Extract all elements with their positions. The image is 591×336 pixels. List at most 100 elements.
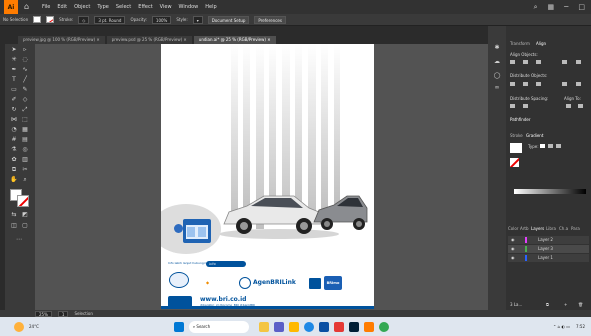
align-top-icon[interactable] xyxy=(562,60,567,64)
draw-mode-icon[interactable]: ◫ xyxy=(9,222,19,230)
selection-tool-icon[interactable]: ➤ xyxy=(9,46,19,54)
menu-file[interactable]: File xyxy=(42,4,50,10)
gradient-swatch[interactable] xyxy=(510,143,522,153)
tab-color[interactable]: Color xyxy=(508,226,518,231)
new-layer-icon[interactable]: + xyxy=(564,302,567,307)
stroke-none-swatch[interactable] xyxy=(510,158,519,167)
align-left-icon[interactable] xyxy=(510,60,515,64)
artboard-tool-icon[interactable]: ⧉ xyxy=(9,166,19,174)
eraser-tool-icon[interactable]: ◇ xyxy=(20,96,30,104)
edit-toolbar-icon[interactable]: ⋯ xyxy=(14,236,24,244)
type-tool-icon[interactable]: T xyxy=(9,76,19,84)
menu-window[interactable]: Window xyxy=(179,4,199,10)
tab-undian-ai[interactable]: undian.ai* @ 25 % (RGB/Preview) ✕ xyxy=(193,36,276,44)
menu-help[interactable]: Help xyxy=(205,4,216,10)
distribute-vcenter-icon[interactable] xyxy=(523,82,528,86)
screen-mode-icon[interactable]: ▢ xyxy=(20,222,30,230)
gradient-tool-icon[interactable]: ▤ xyxy=(20,136,30,144)
radial-gradient-icon[interactable] xyxy=(548,144,553,148)
menu-type[interactable]: Type xyxy=(97,4,108,10)
store-icon[interactable] xyxy=(318,321,329,332)
style-select[interactable]: ▾ xyxy=(192,15,203,24)
arrange-icon[interactable]: ▦ xyxy=(548,3,555,12)
distribute-right-icon[interactable] xyxy=(576,82,581,86)
brush-tool-icon[interactable]: ✎ xyxy=(20,86,30,94)
delete-layer-icon[interactable]: 🗑 xyxy=(578,302,583,307)
fill-swatch[interactable] xyxy=(33,16,42,23)
rectangle-tool-icon[interactable]: ▭ xyxy=(9,86,19,94)
pathfinder-tab[interactable]: Pathfinder xyxy=(510,117,531,122)
layer-row[interactable]: ◉ Layer 2 xyxy=(508,236,589,244)
windows-start-icon[interactable] xyxy=(173,321,184,332)
zoom-tool-icon[interactable]: ⌕ xyxy=(20,176,30,184)
distribute-top-icon[interactable] xyxy=(510,82,515,86)
stroke-color-swatch[interactable] xyxy=(17,195,29,207)
tab-gradient[interactable]: Gradient xyxy=(526,133,543,138)
app-icon[interactable] xyxy=(333,321,344,332)
space-horizontal-icon[interactable] xyxy=(523,104,528,108)
scale-tool-icon[interactable]: ⤢ xyxy=(20,106,30,114)
symbol-sprayer-icon[interactable]: ✿ xyxy=(9,156,19,164)
make-clipping-mask-icon[interactable]: ⧉ xyxy=(546,302,549,307)
document-setup-button[interactable]: Document Setup xyxy=(207,15,250,24)
blend-tool-icon[interactable]: ◎ xyxy=(20,146,30,154)
brush-select[interactable]: 3 pt. Round xyxy=(94,15,126,24)
direct-selection-tool-icon[interactable]: ▹ xyxy=(20,46,30,54)
layer-row[interactable]: ◉ Layer 1 xyxy=(508,254,589,262)
shaper-tool-icon[interactable]: ✐ xyxy=(9,96,19,104)
curvature-icon[interactable]: ∿ xyxy=(20,66,30,74)
tab-character[interactable]: Ch.a xyxy=(559,226,568,231)
preferences-button[interactable]: Preferences xyxy=(254,15,286,24)
tab-artboards[interactable]: Artb xyxy=(520,226,529,231)
distribute-left-icon[interactable] xyxy=(562,82,567,86)
teams-icon[interactable] xyxy=(273,321,284,332)
align-right-icon[interactable] xyxy=(536,60,541,64)
artboard-number-field[interactable]: 1 xyxy=(57,310,69,317)
edge-icon[interactable] xyxy=(303,321,314,332)
illustrator-icon[interactable] xyxy=(363,321,374,332)
system-tray-icons[interactable]: ⌃ ⌂ ◐ ▭ xyxy=(553,324,570,329)
pen-tool-icon[interactable]: ✒ xyxy=(9,66,19,74)
space-vertical-icon[interactable] xyxy=(510,104,515,108)
maximize-icon[interactable]: □ xyxy=(578,3,585,12)
tab-preview-psd[interactable]: preview.psd @ 25 % (RGB/Preview) ✕ xyxy=(106,36,192,44)
menu-select[interactable]: Select xyxy=(116,4,131,10)
rotate-tool-icon[interactable]: ↻ xyxy=(9,106,19,114)
eyedropper-icon[interactable]: ⚗ xyxy=(9,146,19,154)
perspective-grid-icon[interactable]: ▦ xyxy=(20,126,30,134)
gradient-slider[interactable] xyxy=(514,189,586,194)
menu-edit[interactable]: Edit xyxy=(57,4,67,10)
opacity-field[interactable]: 100% xyxy=(151,15,172,24)
width-tool-icon[interactable]: ⋈ xyxy=(9,116,19,124)
align-bottom-icon[interactable] xyxy=(576,60,581,64)
line-tool-icon[interactable]: ╱ xyxy=(20,76,30,84)
file-explorer-icon[interactable] xyxy=(288,321,299,332)
widgets-icon[interactable] xyxy=(258,321,269,332)
align-to-selection-icon[interactable] xyxy=(578,104,583,108)
magic-wand-icon[interactable]: ✳ xyxy=(9,56,19,64)
graph-tool-icon[interactable]: ▥ xyxy=(20,156,30,164)
free-transform-icon[interactable]: ⬚ xyxy=(20,116,30,124)
align-center-icon[interactable] xyxy=(523,60,528,64)
tab-layers[interactable]: Layers xyxy=(531,226,544,231)
weather-icon[interactable] xyxy=(14,321,24,332)
align-to-artboard-icon[interactable] xyxy=(566,104,571,108)
visibility-icon[interactable]: ◉ xyxy=(511,237,515,242)
menu-view[interactable]: View xyxy=(160,4,172,10)
artboard[interactable]: Info Info lebih lanjut hubungi kami: ◆ A… xyxy=(161,44,374,309)
distribute-bottom-icon[interactable] xyxy=(536,82,541,86)
minimize-icon[interactable]: ─ xyxy=(564,3,568,12)
libraries-icon[interactable]: ☁ xyxy=(492,58,502,66)
freeform-gradient-icon[interactable] xyxy=(556,144,561,148)
lasso-icon[interactable]: ◌ xyxy=(20,56,30,64)
slice-tool-icon[interactable]: ✂ xyxy=(20,166,30,174)
menu-effect[interactable]: Effect xyxy=(138,4,152,10)
tab-preview-jpg[interactable]: preview.jpg @ 100 % (RGB/Preview) ✕ xyxy=(18,36,105,44)
visibility-icon[interactable]: ◉ xyxy=(511,255,515,260)
home-icon[interactable]: ⌂ xyxy=(24,2,34,12)
visibility-icon[interactable]: ◉ xyxy=(511,246,515,251)
default-colors-icon[interactable]: ◩ xyxy=(20,211,30,219)
shape-builder-icon[interactable]: ◔ xyxy=(9,126,19,134)
tab-libraries[interactable]: Libra xyxy=(546,226,556,231)
chrome-icon[interactable] xyxy=(378,321,389,332)
